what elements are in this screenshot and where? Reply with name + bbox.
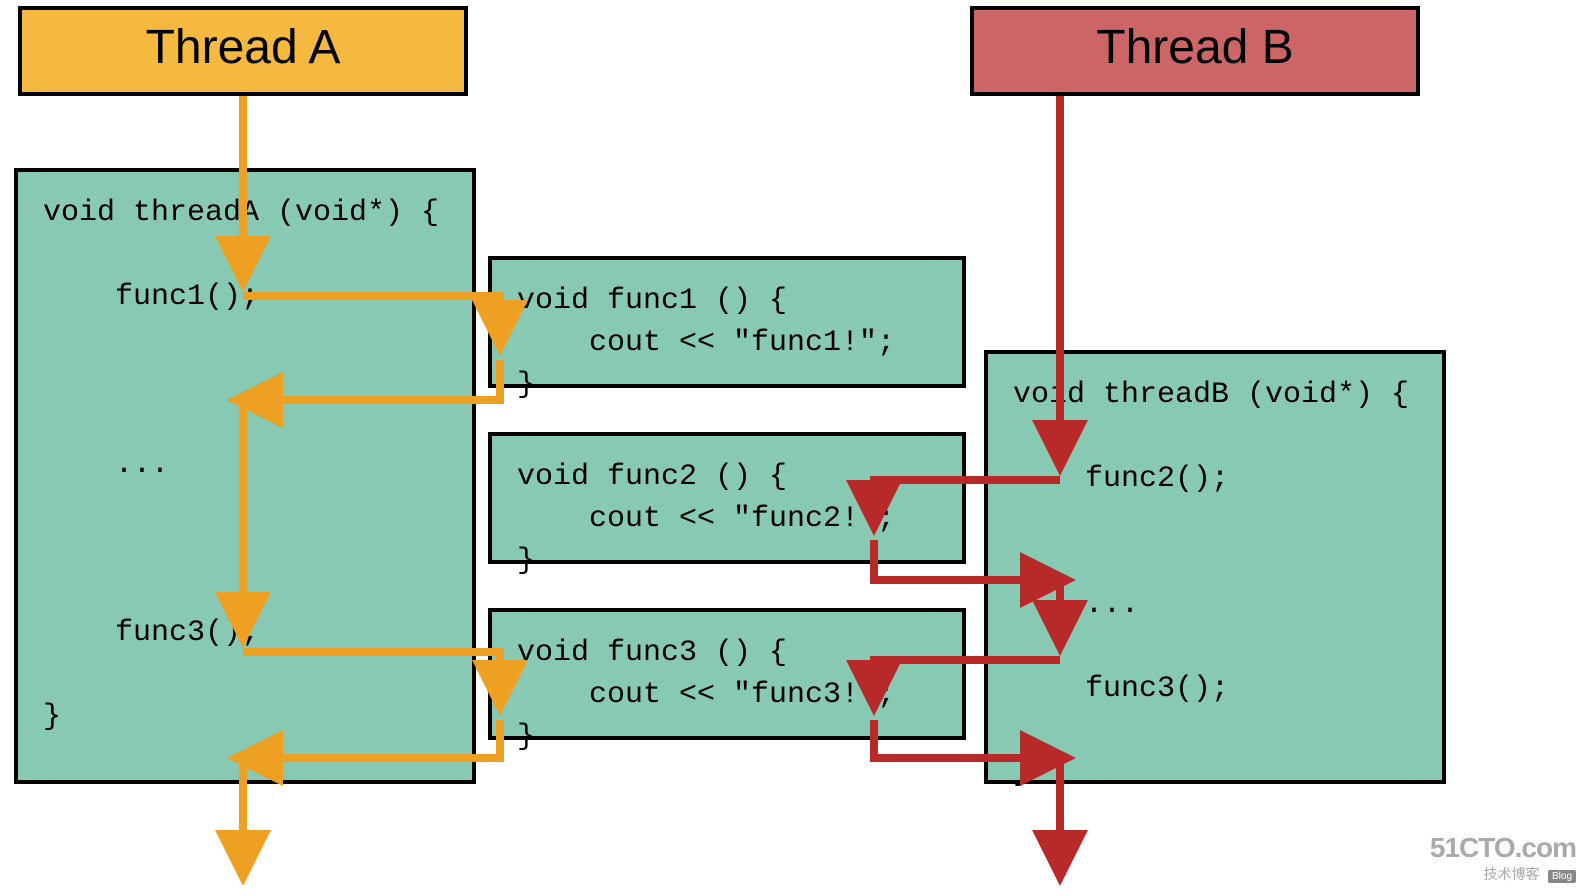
thread-a-header: Thread A (18, 6, 468, 96)
thread-b-title: Thread B (1096, 21, 1293, 74)
code-thread-a: void threadA (void*) { func1(); ... func… (43, 196, 439, 734)
watermark-sub: 技术博客 (1484, 866, 1540, 882)
code-func1: void func1 () { cout << "func1!"; } (517, 284, 895, 402)
code-box-func3: void func3 () { cout << "func3!"; } (488, 608, 966, 740)
code-box-thread-b: void threadB (void*) { func2(); ... func… (984, 350, 1446, 784)
watermark: 51CTO.com 技术博客 Blog (1430, 832, 1576, 884)
thread-b-header: Thread B (970, 6, 1420, 96)
code-box-func1: void func1 () { cout << "func1!"; } (488, 256, 966, 388)
code-func2: void func2 () { cout << "func2!"; } (517, 460, 895, 578)
code-box-thread-a: void threadA (void*) { func1(); ... func… (14, 168, 476, 784)
code-func3: void func3 () { cout << "func3!"; } (517, 636, 895, 754)
code-box-func2: void func2 () { cout << "func2!"; } (488, 432, 966, 564)
watermark-blog: Blog (1548, 870, 1576, 883)
thread-a-title: Thread A (146, 21, 341, 74)
watermark-brand: 51CTO.com (1430, 832, 1576, 864)
code-thread-b: void threadB (void*) { func2(); ... func… (1013, 378, 1409, 790)
